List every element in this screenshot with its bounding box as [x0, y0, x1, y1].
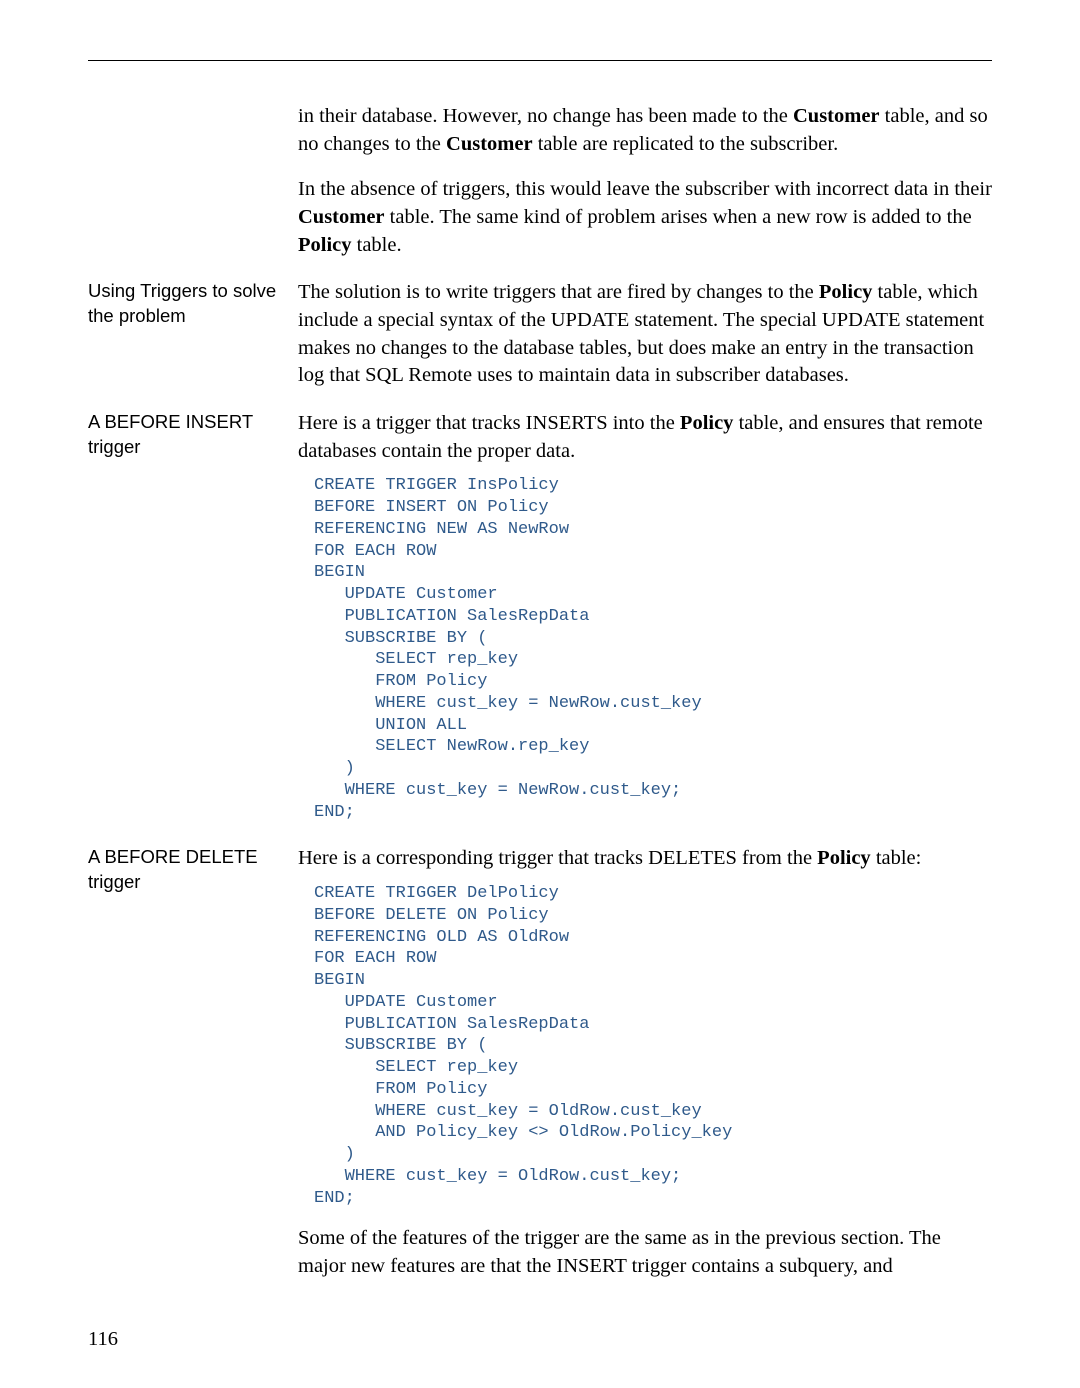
section-before-delete: A BEFORE DELETE trigger Here is a corres…: [88, 845, 992, 1280]
text: in their database. However, no change ha…: [298, 105, 793, 127]
text: In the absence of triggers, this would l…: [298, 178, 992, 200]
side-label-1: Using Triggers to solve the problem: [88, 279, 298, 390]
page-number: 116: [88, 1326, 118, 1354]
sec3-para: Here is a corresponding trigger that tra…: [298, 845, 992, 873]
code-del-policy: CREATE TRIGGER DelPolicy BEFORE DELETE O…: [314, 883, 992, 1209]
side-label-2: A BEFORE INSERT trigger: [88, 410, 298, 825]
sec3-para-2: Some of the features of the trigger are …: [298, 1225, 992, 1280]
bold-policy-1: Policy: [298, 234, 352, 256]
bold-policy-2: Policy: [819, 281, 873, 303]
intro-para-1: in their database. However, no change ha…: [298, 103, 992, 158]
side-label-3: A BEFORE DELETE trigger: [88, 845, 298, 1280]
text: The solution is to write triggers that a…: [298, 281, 819, 303]
section-using-triggers: Using Triggers to solve the problem The …: [88, 279, 992, 390]
sec2-main: Here is a trigger that tracks INSERTS in…: [298, 410, 992, 825]
sec1-main: The solution is to write triggers that a…: [298, 279, 992, 390]
side-empty: [88, 103, 298, 259]
intro-block: in their database. However, no change ha…: [88, 103, 992, 259]
text: table:: [871, 847, 922, 869]
sec2-para: Here is a trigger that tracks INSERTS in…: [298, 410, 992, 465]
horizontal-rule: [88, 60, 992, 61]
sec3-main: Here is a corresponding trigger that tra…: [298, 845, 992, 1280]
bold-policy-4: Policy: [817, 847, 871, 869]
intro-main: in their database. However, no change ha…: [298, 103, 992, 259]
bold-customer-3: Customer: [298, 206, 385, 228]
bold-policy-3: Policy: [680, 412, 734, 434]
code-ins-policy: CREATE TRIGGER InsPolicy BEFORE INSERT O…: [314, 475, 992, 823]
text: table. The same kind of problem arises w…: [385, 206, 972, 228]
bold-customer-1: Customer: [793, 105, 880, 127]
text: Here is a corresponding trigger that tra…: [298, 847, 817, 869]
sec1-para: The solution is to write triggers that a…: [298, 279, 992, 390]
bold-customer-2: Customer: [446, 133, 533, 155]
intro-para-2: In the absence of triggers, this would l…: [298, 176, 992, 259]
text: table are replicated to the subscriber.: [533, 133, 839, 155]
section-before-insert: A BEFORE INSERT trigger Here is a trigge…: [88, 410, 992, 825]
text: Here is a trigger that tracks INSERTS in…: [298, 412, 680, 434]
text: table.: [352, 234, 402, 256]
